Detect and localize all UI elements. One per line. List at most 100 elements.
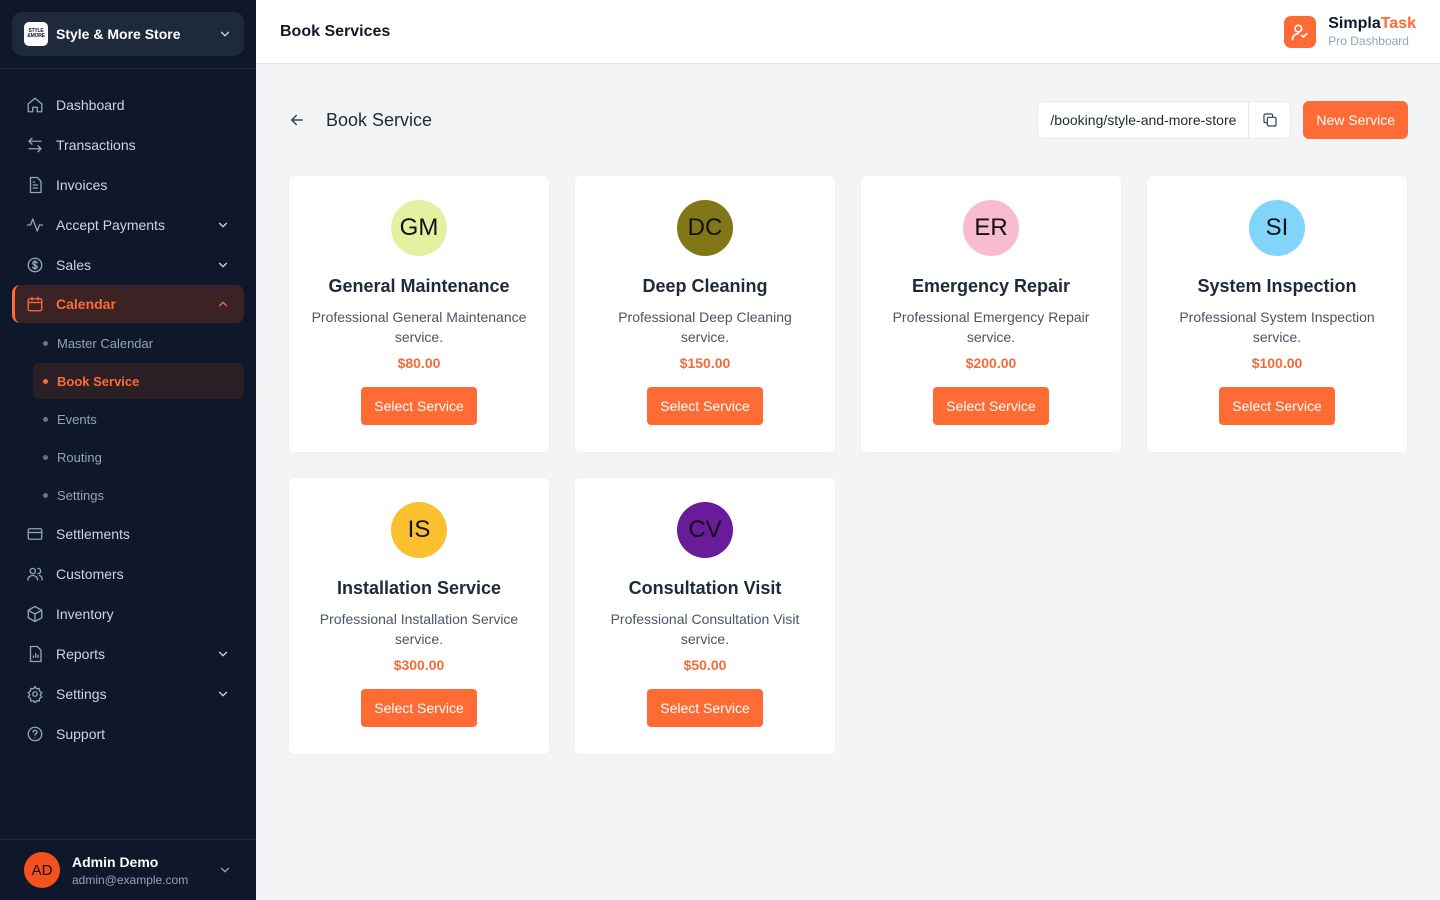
brand-name: SimplaTask xyxy=(1328,15,1416,33)
arrow-left-icon xyxy=(291,114,303,126)
sidebar-item-settings[interactable]: Settings xyxy=(12,674,244,714)
sidebar-item-label: Settings xyxy=(56,686,107,702)
select-service-button[interactable]: Select Service xyxy=(647,387,763,425)
page-toolbar: Book Service /booking/style-and-more-sto… xyxy=(288,101,1408,139)
service-card: SI System Inspection Professional System I… xyxy=(1146,175,1408,453)
service-description: Professional System Inspection service. xyxy=(1179,309,1375,345)
service-price: $200.00 xyxy=(965,355,1017,371)
select-service-button[interactable]: Select Service xyxy=(361,689,477,727)
sidebar-item-support[interactable]: Support xyxy=(12,714,244,754)
new-service-button[interactable]: New Service xyxy=(1303,101,1408,139)
sidebar-item-transactions[interactable]: Transactions xyxy=(12,125,244,165)
copy-url-button[interactable] xyxy=(1249,102,1290,138)
service-avatar: IS xyxy=(391,502,447,558)
sidebar-item-label: Dashboard xyxy=(56,97,125,113)
sidebar-item-label: Customers xyxy=(56,566,124,582)
brand-text: SimplaTask Pro Dashboard xyxy=(1328,15,1416,48)
service-name: Deep Cleaning xyxy=(642,276,768,296)
service-name: General Maintenance xyxy=(328,276,510,296)
service-description: Professional Emergency Repair service. xyxy=(892,309,1090,345)
brand: SimplaTask Pro Dashboard xyxy=(1284,15,1416,48)
store-logo: STYLE &MORE xyxy=(24,22,48,46)
user-menu[interactable]: AD Admin Demo admin@example.com xyxy=(0,839,256,900)
bullet-dot-icon xyxy=(43,454,48,460)
booking-url-text[interactable]: /booking/style-and-more-store xyxy=(1038,102,1250,138)
user-email: admin@example.com xyxy=(72,872,189,887)
sidebar-subitem-label: Routing xyxy=(57,449,102,465)
sidebar-item-sales[interactable]: Sales xyxy=(12,245,244,285)
service-card: CV Consultation Visit Professional Consult… xyxy=(574,477,836,755)
service-grid: GM General Maintenance Professional Genera… xyxy=(288,175,1408,755)
store-switcher[interactable]: STYLE &MORE Style & More Store xyxy=(12,12,244,56)
sidebar-item-label: Inventory xyxy=(56,606,114,622)
sidebar-subitem-book-service[interactable]: Book Service xyxy=(33,363,244,399)
service-avatar: SI xyxy=(1249,200,1305,256)
service-card: ER Emergency Repair Professional Emergency… xyxy=(860,175,1122,453)
service-price: $80.00 xyxy=(397,355,441,371)
avatar: AD xyxy=(24,852,60,888)
booking-url-field: /booking/style-and-more-store xyxy=(1037,101,1292,139)
sidebar-item-customers[interactable]: Customers xyxy=(12,554,244,594)
brand-name-primary: Simpla xyxy=(1328,15,1381,32)
gear-icon xyxy=(26,685,44,703)
select-service-button[interactable]: Select Service xyxy=(1219,387,1335,425)
brand-logo-icon xyxy=(1284,15,1317,48)
sidebar-item-invoices[interactable]: Invoices xyxy=(12,165,244,205)
help-circle-icon xyxy=(26,725,44,743)
service-name: Emergency Repair xyxy=(911,276,1071,296)
sidebar-item-dashboard[interactable]: Dashboard xyxy=(12,85,244,125)
sidebar-item-label: Settlements xyxy=(56,526,130,542)
sidebar-item-calendar[interactable]: Calendar xyxy=(12,285,244,323)
chevron-down-icon xyxy=(218,691,228,697)
sidebar-item-label: Transactions xyxy=(56,137,136,153)
service-description: Professional Installation Service servic… xyxy=(319,611,519,647)
chevron-down-icon xyxy=(218,651,228,657)
bullet-dot-icon xyxy=(43,340,48,346)
service-avatar: ER xyxy=(963,200,1019,256)
pulse-icon xyxy=(26,216,44,234)
sidebar-item-inventory[interactable]: Inventory xyxy=(12,594,244,634)
sidebar-subitem-label: Master Calendar xyxy=(57,335,154,351)
bullet-dot-icon xyxy=(43,492,48,498)
sidebar-subitem-master-calendar[interactable]: Master Calendar xyxy=(33,324,244,362)
brand-name-accent: Task xyxy=(1380,15,1416,32)
select-service-button[interactable]: Select Service xyxy=(647,689,763,727)
sidebar-subitem-label: Book Service xyxy=(57,373,140,389)
chevron-down-icon xyxy=(218,222,228,228)
sidebar-divider xyxy=(0,68,256,69)
sidebar-item-accept-payments[interactable]: Accept Payments xyxy=(12,205,244,245)
sidebar-subitem-label: Settings xyxy=(57,487,104,503)
sidebar-item-label: Invoices xyxy=(56,177,108,193)
chevron-down-icon xyxy=(220,31,230,37)
service-card: DC Deep Cleaning Professional Deep Cleanin… xyxy=(574,175,836,453)
service-avatar: CV xyxy=(677,502,733,558)
service-price: $50.00 xyxy=(683,657,727,673)
chevron-up-icon xyxy=(218,301,228,307)
sidebar-subitem-routing[interactable]: Routing xyxy=(33,438,244,476)
service-name: Consultation Visit xyxy=(628,578,782,598)
service-description: Professional Deep Cleaning service. xyxy=(618,309,792,345)
sidebar-item-reports[interactable]: Reports xyxy=(12,634,244,674)
calendar-submenu: Master Calendar Book Service Events Rout… xyxy=(33,323,244,514)
service-card: IS Installation Service Professional Insta… xyxy=(288,477,550,755)
service-description: Professional General Maintenance service… xyxy=(311,309,527,345)
back-button[interactable] xyxy=(286,109,308,131)
top-header: Book Services SimplaTask Pro Dashboard xyxy=(256,0,1440,64)
bullet-dot-icon xyxy=(43,416,48,422)
report-icon xyxy=(26,645,44,663)
service-avatar: DC xyxy=(677,200,733,256)
page-title: Book Service xyxy=(326,109,433,130)
brand-subtitle: Pro Dashboard xyxy=(1328,34,1409,48)
sidebar-subitem-settings[interactable]: Settings xyxy=(33,476,244,514)
sidebar-subitem-events[interactable]: Events xyxy=(33,400,244,438)
sidebar-item-label: Reports xyxy=(56,646,106,662)
select-service-button[interactable]: Select Service xyxy=(361,387,477,425)
service-name: Installation Service xyxy=(336,578,502,598)
arrows-exchange-icon xyxy=(26,136,44,154)
sidebar-item-label: Calendar xyxy=(56,296,116,312)
user-info: Admin Demo admin@example.com xyxy=(72,854,218,887)
users-icon xyxy=(26,565,44,583)
select-service-button[interactable]: Select Service xyxy=(933,387,1049,425)
sidebar-item-settlements[interactable]: Settlements xyxy=(12,514,244,554)
user-name: Admin Demo xyxy=(72,853,159,870)
